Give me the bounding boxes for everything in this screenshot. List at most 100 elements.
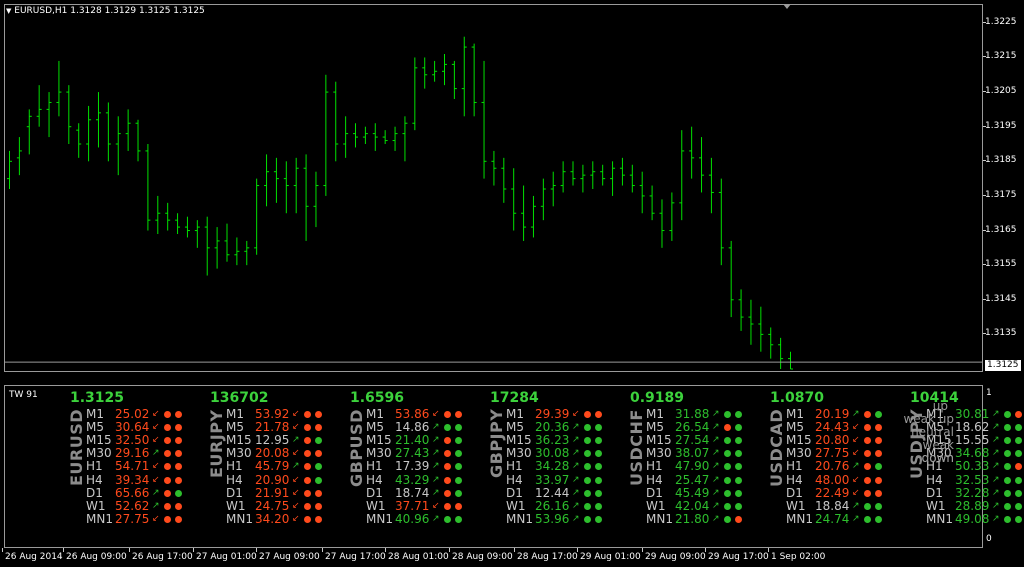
signal-dot-icon [584, 476, 591, 484]
signal-dot-icon [304, 515, 311, 523]
group-price: 17284 [490, 390, 539, 406]
strength-value: 24.74 [815, 511, 850, 526]
signal-dot-icon [1015, 450, 1022, 458]
signal-dot-icon [444, 424, 451, 432]
signal-dot-icon [164, 437, 171, 445]
timeframe-row: D1 12.44 ↗ [506, 486, 631, 500]
timeframe-label: D1 [86, 485, 103, 500]
trend-down-arrow-icon: ↙ [852, 422, 860, 433]
signal-dot-icon [1015, 463, 1022, 471]
time-axis[interactable]: 26 Aug 2014 26 Aug 09:00 26 Aug 17:00 27 Au… [0, 548, 1024, 567]
group-price: 1.6596 [350, 390, 405, 406]
ohlc-bar [7, 150, 12, 189]
timeframe-row: M1 29.39 ↙ [506, 408, 631, 421]
timeframe-label: M5 [506, 420, 524, 435]
trend-up-arrow-icon: ↗ [572, 474, 580, 485]
trend-up-arrow-icon: ↗ [572, 435, 580, 446]
strength-value: 20.90 [255, 472, 290, 487]
price-tick: 1.3205 [983, 86, 1017, 97]
timeframe-label: M30 [786, 446, 812, 461]
timeframe-row: H1 34.28 ↗ [506, 460, 631, 473]
signal-dot-icon [875, 463, 882, 471]
signal-dot-icon [315, 437, 322, 445]
trend-up-arrow-icon: ↗ [992, 474, 1000, 485]
trend-down-arrow-icon: ↙ [572, 409, 580, 419]
strength-value: 26.16 [535, 498, 570, 513]
timeframe-label: D1 [646, 485, 663, 500]
strength-value: 20.08 [255, 446, 290, 461]
timeframe-label: W1 [926, 498, 946, 513]
ohlc-bar [432, 60, 438, 82]
symbol-info-text: EURUSD,H1 1.3128 1.3129 1.3125 1.3125 [14, 6, 205, 16]
strength-value: 24.75 [255, 498, 290, 513]
ohlc-bar [273, 157, 279, 203]
signal-dot-icon [1004, 411, 1011, 418]
timeframe-row: W1 52.62 ↗ [86, 499, 211, 513]
ohlc-bar [234, 237, 240, 266]
signal-dot-icon [875, 450, 882, 458]
timeframe-row: W1 24.75 ↙ [226, 498, 351, 513]
timeframe-label: H1 [786, 459, 803, 474]
signal-dot-icon [315, 515, 322, 523]
ohlc-bar [728, 240, 734, 318]
ohlc-bar [155, 195, 161, 234]
timeframe-label: M1 [226, 407, 244, 421]
symbol-info: ▼ EURUSD,H1 1.3128 1.3129 1.3125 1.3125 [6, 6, 205, 17]
signal-dot-icon [875, 476, 882, 484]
ohlc-bar [36, 85, 42, 127]
timeframe-label: W1 [506, 498, 526, 513]
time-tick: 29 Aug 01:00 [577, 548, 641, 562]
signal-dot-icon [864, 515, 871, 523]
signal-dot-icon [315, 450, 322, 458]
signal-dot-icon [175, 463, 182, 471]
signal-dot-icon [595, 450, 602, 458]
price-chart[interactable] [4, 4, 983, 372]
trend-down-arrow-icon: ↙ [852, 435, 860, 446]
strength-value: 21.80 [675, 511, 710, 526]
signal-dot-icon [724, 515, 731, 523]
signal-dot-icon [1015, 437, 1022, 445]
dropdown-triangle-icon[interactable]: ▼ [6, 7, 11, 15]
signal-dot-icon [735, 476, 742, 484]
strength-value: 34.20 [255, 511, 290, 526]
trend-up-arrow-icon: ↗ [712, 461, 720, 472]
timeframe-row: D1 65.66 ↗ [86, 485, 211, 500]
signal-dot-icon [584, 502, 591, 510]
trend-down-arrow-icon: ↙ [152, 409, 160, 419]
signal-dot-icon [164, 515, 171, 523]
strength-value: 18.74 [395, 485, 430, 500]
ohlc-bar [214, 227, 220, 269]
signal-dot-icon [304, 463, 311, 471]
timeframe-row: M30 30.08 ↗ [506, 447, 631, 460]
time-tick: 27 Aug 01:00 [193, 548, 257, 562]
strength-value: 28.89 [955, 498, 990, 513]
timeframe-row: H4 25.47 ↗ [646, 472, 771, 487]
trend-down-arrow-icon: ↙ [852, 474, 860, 485]
signal-dot-icon [304, 424, 311, 432]
ohlc-bar [768, 327, 774, 359]
strength-value: 25.47 [675, 472, 710, 487]
signal-dot-icon [724, 437, 731, 445]
timeframe-label: H4 [506, 472, 523, 487]
trend-up-arrow-icon: ↗ [572, 513, 580, 524]
signal-dot-icon [724, 463, 731, 471]
timeframe-label: H1 [86, 459, 103, 474]
timeframe-row: M15 27.54 ↗ [646, 434, 771, 447]
timeframe-row: M30 29.16 ↗ [86, 447, 211, 460]
timeframe-label: MN1 [86, 511, 113, 526]
signal-dot-icon [735, 437, 742, 445]
ohlc-bar [511, 168, 517, 231]
signal-dot-icon [315, 489, 322, 497]
ohlc-bar [738, 289, 744, 331]
time-tick: 26 Aug 09:00 [63, 548, 127, 562]
trend-up-arrow-icon: ↗ [992, 448, 1000, 459]
price-tick: 1.3225 [983, 16, 1017, 27]
ohlc-bar [481, 60, 487, 179]
signal-dot-icon [315, 411, 322, 418]
strength-value: 53.92 [255, 407, 290, 421]
chart-shift-marker[interactable] [783, 4, 791, 9]
price-axis[interactable]: 1.3225 1.3215 1.3205 1.3195 1.3185 1.3175 1.31… [983, 4, 1024, 372]
timeframe-row: M15 12.95 ↗ [226, 434, 351, 447]
ohlc-bar [402, 116, 408, 162]
signal-dot-icon [1004, 424, 1011, 432]
